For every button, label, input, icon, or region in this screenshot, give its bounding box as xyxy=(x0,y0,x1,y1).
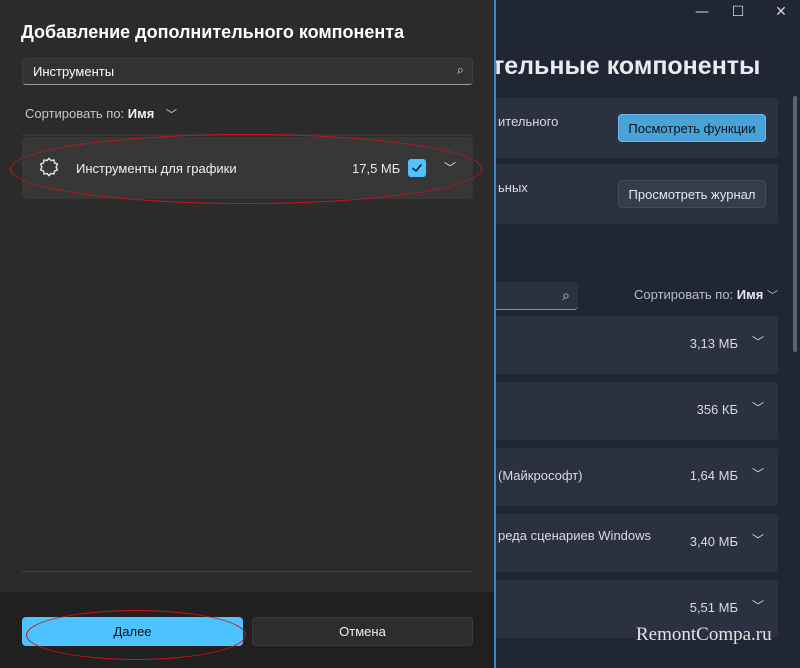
next-button[interactable]: Далее xyxy=(22,617,243,646)
add-feature-card: ительного Посмотреть функции xyxy=(482,98,778,158)
history-card: ьных Просмотреть журнал xyxy=(482,164,778,224)
sort-label: Сортировать по: xyxy=(25,106,125,121)
sort-value: Имя xyxy=(736,287,764,302)
search-icon: ⌕ xyxy=(456,63,464,78)
chevron-down-icon[interactable]: ﹀ xyxy=(752,597,764,614)
search-icon: ⌕ xyxy=(562,287,570,303)
chevron-down-icon[interactable]: ﹀ xyxy=(444,159,456,176)
chevron-down-icon[interactable]: ﹀ xyxy=(752,333,764,350)
feature-size: 3,13 МБ xyxy=(689,336,738,351)
feature-size: 17,5 МБ xyxy=(352,161,401,176)
scrollbar[interactable] xyxy=(793,96,797,352)
history-card-text: ьных xyxy=(498,180,528,195)
view-history-button[interactable]: Просмотреть журнал xyxy=(618,180,766,208)
chevron-down-icon[interactable]: ﹀ xyxy=(752,465,764,482)
add-feature-card-text: ительного xyxy=(498,114,559,129)
chevron-down-icon[interactable]: ﹀ xyxy=(752,399,764,416)
cancel-button[interactable]: Отмена xyxy=(252,617,473,646)
settings-page-title: тельные компоненты xyxy=(492,52,761,80)
feature-size: 356 КБ xyxy=(696,402,738,417)
view-features-button[interactable]: Посмотреть функции xyxy=(618,114,766,142)
add-optional-feature-dialog: Добавление дополнительного компонента Ин… xyxy=(0,0,496,668)
installed-feature-row[interactable]: реда сценариев Windows 3,40 МБ ﹀ xyxy=(482,514,778,572)
feature-size: 3,40 МБ xyxy=(689,534,738,549)
installed-feature-row[interactable]: (Майкрософт) 1,64 МБ ﹀ xyxy=(482,448,778,506)
chevron-down-icon[interactable]: ﹀ xyxy=(752,531,764,548)
puzzle-icon xyxy=(38,156,60,178)
feature-name: реда сценариев Windows xyxy=(498,528,652,543)
checkmark-icon xyxy=(412,164,422,172)
search-input-value[interactable]: Инструменты xyxy=(33,64,114,79)
sort-label: Сортировать по: xyxy=(634,287,734,302)
feature-size: 1,64 МБ xyxy=(689,468,738,483)
maximize-icon[interactable]: ☐ xyxy=(720,0,756,24)
list-divider xyxy=(22,134,473,136)
sort-value: Имя xyxy=(127,106,155,121)
installed-search-input[interactable]: ⌕ xyxy=(482,282,578,310)
sort-dropdown[interactable]: Сортировать по: Имя ﹀ xyxy=(25,106,177,122)
feature-row-graphics-tools[interactable]: Инструменты для графики 17,5 МБ ﹀ xyxy=(22,137,473,199)
watermark: RemontCompa.ru xyxy=(636,624,772,645)
installed-feature-row[interactable]: 356 КБ ﹀ xyxy=(482,382,778,440)
feature-size: 5,51 МБ xyxy=(689,600,738,615)
feature-checkbox[interactable] xyxy=(408,159,426,177)
feature-name: Инструменты для графики xyxy=(76,161,237,176)
chevron-down-icon: ﹀ xyxy=(165,108,177,121)
footer-divider xyxy=(22,571,473,572)
dialog-footer: Далее Отмена xyxy=(0,592,494,668)
installed-sort-dropdown[interactable]: Сортировать по: Имя ﹀ xyxy=(634,287,778,303)
minimize-icon[interactable]: — xyxy=(684,0,720,24)
close-icon[interactable]: ✕ xyxy=(763,0,799,24)
installed-feature-row[interactable]: 3,13 МБ ﹀ xyxy=(482,316,778,374)
dialog-title: Добавление дополнительного компонента xyxy=(21,22,405,42)
chevron-down-icon: ﹀ xyxy=(766,289,778,302)
feature-name: (Майкрософт) xyxy=(498,468,583,483)
feature-search-input[interactable]: Инструменты ⌕ xyxy=(22,58,473,85)
